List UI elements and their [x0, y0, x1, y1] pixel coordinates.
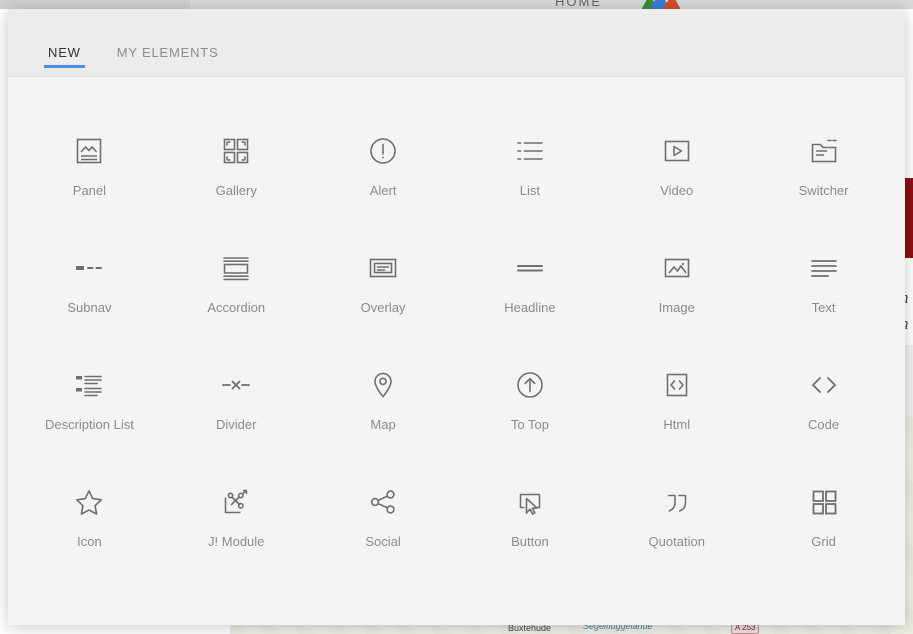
element-video[interactable]: Video [603, 115, 750, 232]
element-quotation[interactable]: Quotation [603, 466, 750, 583]
alert-icon [361, 129, 405, 173]
text-icon [802, 246, 846, 290]
background-side-strip [905, 345, 913, 416]
element-label: To Top [511, 417, 549, 432]
grid-icon [802, 480, 846, 524]
element-panel[interactable]: Panel [16, 115, 163, 232]
element-alert[interactable]: Alert [310, 115, 457, 232]
element-label: Accordion [207, 300, 265, 315]
modal-body: Panel Gallery [8, 77, 905, 625]
element-switcher[interactable]: Switcher [750, 115, 897, 232]
button-cursor-icon [508, 480, 552, 524]
element-label: J! Module [208, 534, 264, 549]
element-label: Panel [73, 183, 106, 198]
star-icon [67, 480, 111, 524]
element-label: Icon [77, 534, 102, 549]
element-social[interactable]: Social [310, 466, 457, 583]
element-grid[interactable]: Grid [750, 466, 897, 583]
switcher-icon [802, 129, 846, 173]
element-map[interactable]: Map [310, 349, 457, 466]
element-label: Map [370, 417, 395, 432]
element-list[interactable]: List [456, 115, 603, 232]
social-share-icon [361, 480, 405, 524]
element-label: Html [663, 417, 690, 432]
element-subnav[interactable]: Subnav [16, 232, 163, 349]
background-nav-home[interactable]: HOME [555, 0, 602, 9]
panel-icon [67, 129, 111, 173]
element-joomla-module[interactable]: J! Module [163, 466, 310, 583]
element-label: List [520, 183, 540, 198]
elements-grid: Panel Gallery [16, 115, 897, 583]
element-label: Overlay [361, 300, 406, 315]
gallery-icon [214, 129, 258, 173]
element-label: Alert [370, 183, 397, 198]
element-label: Subnav [67, 300, 111, 315]
divider-icon [214, 363, 258, 407]
element-label: Video [660, 183, 693, 198]
subnav-icon [67, 246, 111, 290]
modal-tabs: NEW MY ELEMENTS [44, 44, 222, 76]
element-label: Quotation [649, 534, 705, 549]
element-icon-star[interactable]: Icon [16, 466, 163, 583]
map-pin-icon [361, 363, 405, 407]
element-headline[interactable]: Headline [456, 232, 603, 349]
tab-new[interactable]: NEW [44, 44, 85, 76]
element-label: Headline [504, 300, 555, 315]
joomla-module-icon [214, 480, 258, 524]
description-list-icon [67, 363, 111, 407]
element-to-top[interactable]: To Top [456, 349, 603, 466]
background-topbar-left-panel [0, 0, 190, 9]
overlay-icon [361, 246, 405, 290]
video-icon [655, 129, 699, 173]
background-red-banner [905, 178, 913, 258]
tab-my-elements-label: MY ELEMENTS [117, 45, 219, 60]
element-label: Gallery [216, 183, 257, 198]
element-label: Text [812, 300, 836, 315]
code-icon [802, 363, 846, 407]
element-label: Divider [216, 417, 256, 432]
element-label: Social [365, 534, 400, 549]
modal-header: NEW MY ELEMENTS [8, 9, 905, 77]
element-gallery[interactable]: Gallery [163, 115, 310, 232]
element-code[interactable]: Code [750, 349, 897, 466]
tab-my-elements[interactable]: MY ELEMENTS [113, 44, 223, 76]
accordion-icon [214, 246, 258, 290]
quotation-icon [655, 480, 699, 524]
element-divider[interactable]: Divider [163, 349, 310, 466]
element-text[interactable]: Text [750, 232, 897, 349]
element-accordion[interactable]: Accordion [163, 232, 310, 349]
element-image[interactable]: Image [603, 232, 750, 349]
element-overlay[interactable]: Overlay [310, 232, 457, 349]
element-label: Description List [45, 417, 134, 432]
element-label: Switcher [799, 183, 849, 198]
html-icon [655, 363, 699, 407]
elements-picker-modal: NEW MY ELEMENTS Panel [8, 9, 905, 625]
image-icon [655, 246, 699, 290]
element-button[interactable]: Button [456, 466, 603, 583]
element-description-list[interactable]: Description List [16, 349, 163, 466]
list-icon [508, 129, 552, 173]
element-label: Grid [811, 534, 836, 549]
element-label: Image [659, 300, 695, 315]
to-top-icon [508, 363, 552, 407]
tab-new-label: NEW [48, 45, 81, 60]
element-label: Button [511, 534, 549, 549]
headline-icon [508, 246, 552, 290]
element-html[interactable]: Html [603, 349, 750, 466]
element-label: Code [808, 417, 839, 432]
